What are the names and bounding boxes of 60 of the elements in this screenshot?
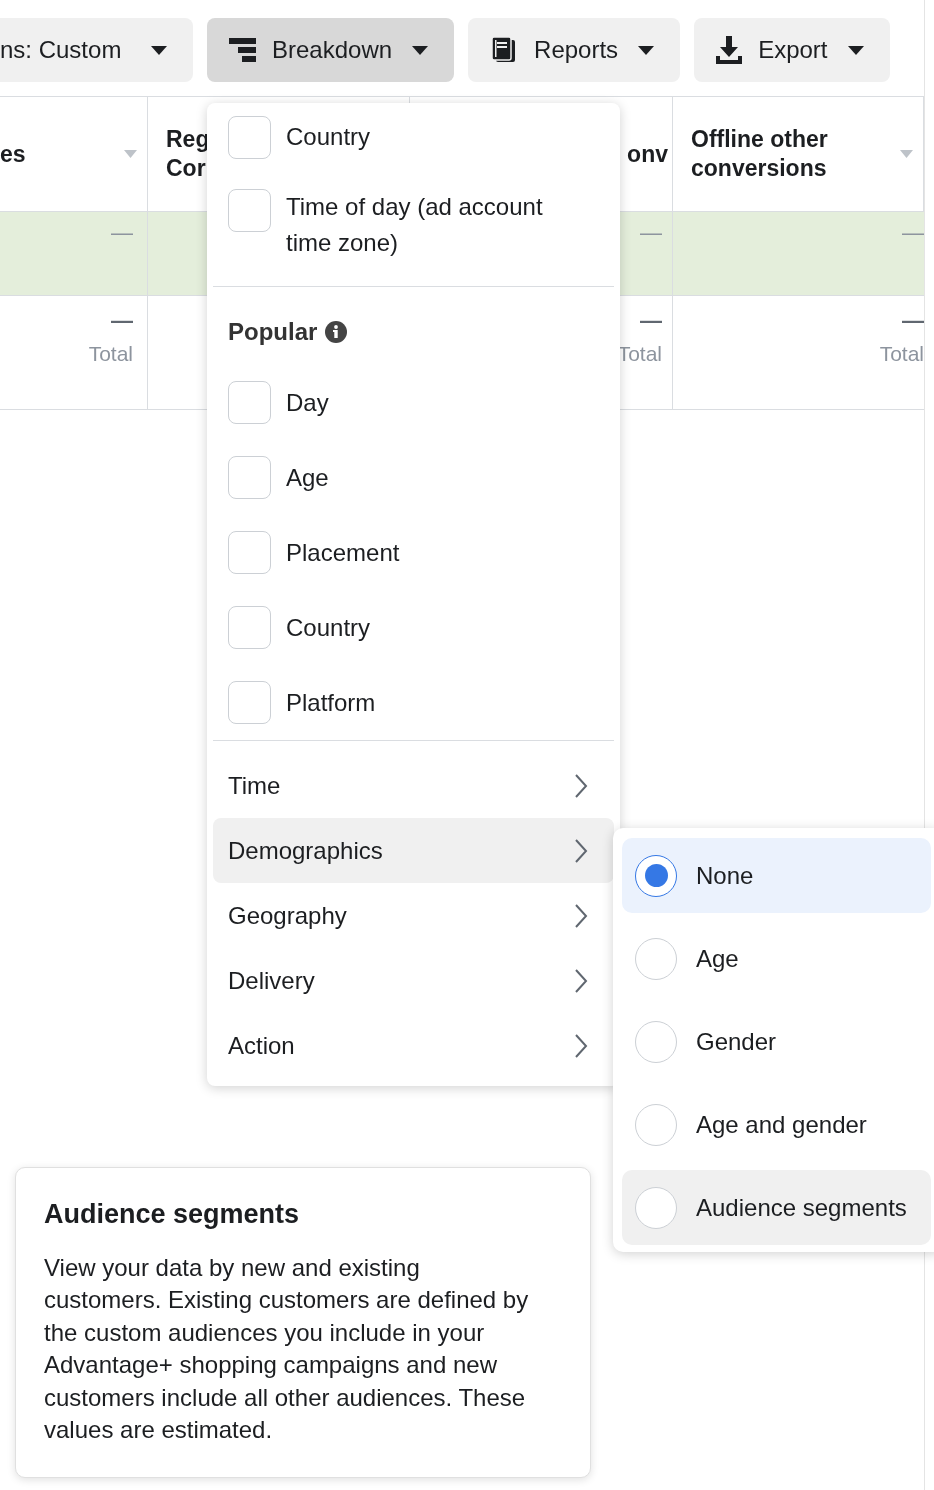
toolbar-button[interactable]: Reports (468, 18, 681, 82)
submenu-item[interactable]: Delivery (213, 948, 614, 1013)
total-label: Total (88, 342, 133, 366)
empty-value: — (111, 308, 133, 334)
chevron-right-icon (574, 773, 588, 798)
checkbox[interactable] (228, 531, 271, 574)
chevron-right-icon (574, 903, 588, 928)
sort-caret-icon[interactable] (900, 150, 913, 158)
submenu-item[interactable]: Demographics (213, 818, 614, 883)
radio-option[interactable]: None (622, 838, 931, 913)
submenu-item[interactable]: Time (213, 753, 614, 818)
column-header: onv (627, 139, 668, 169)
empty-value: — (902, 308, 924, 334)
option-label: Platform (286, 688, 376, 717)
checkbox[interactable] (228, 606, 271, 649)
chevron-right-icon (574, 838, 588, 863)
caret-down-icon (847, 45, 864, 55)
submenu-item[interactable]: Action (213, 1013, 614, 1078)
option-label: Country (286, 123, 371, 151)
checkbox[interactable] (228, 381, 271, 424)
column-header: Offline other conversions (691, 125, 829, 183)
checkbox[interactable] (228, 189, 271, 232)
empty-value: — (640, 220, 662, 246)
option-label: Country (286, 613, 371, 642)
toolbar-button[interactable]: Breakdown (207, 18, 455, 82)
toolbar-button[interactable]: Export (694, 18, 890, 82)
empty-value: — (902, 220, 924, 246)
download-icon (716, 36, 743, 64)
empty-value: — (640, 308, 662, 334)
checkbox[interactable] (228, 681, 271, 724)
caret-down-icon (412, 45, 429, 55)
info-icon[interactable] (325, 321, 348, 343)
empty-value: — (111, 220, 133, 246)
chevron-right-icon (574, 968, 588, 993)
caret-down-icon (638, 45, 655, 55)
checkbox[interactable] (228, 115, 271, 159)
total-label: Total (879, 342, 924, 366)
radio-option[interactable]: Audience segments (622, 1170, 931, 1245)
caret-down-icon (151, 45, 167, 55)
radio-option[interactable]: Gender (622, 1004, 931, 1079)
column-header: Cor (166, 154, 206, 183)
radio-option[interactable]: Age (622, 921, 931, 996)
column-header: Reg (166, 125, 210, 154)
sort-caret-icon[interactable] (124, 150, 137, 158)
tooltip-text: View your data by new and existing customers. Existing customers are defined by the custom audiences you include in your Advantage+ shopping campaigns and new customers include all other audiences. These values are estimated. (44, 1253, 530, 1446)
submenu-item[interactable]: Geography (213, 883, 614, 948)
option-label: Day (286, 388, 329, 417)
option-label: Age (286, 463, 329, 492)
radio-option[interactable]: Age and gender (622, 1087, 931, 1162)
stacked-bars-icon (229, 38, 256, 62)
option-label: Placement (286, 538, 400, 567)
column-header: es (0, 139, 26, 169)
tooltip-title: Audience segments (44, 1198, 301, 1231)
chevron-right-icon (574, 1033, 588, 1058)
total-label: Total (617, 342, 662, 366)
radio-button[interactable] (635, 854, 677, 897)
toolbar-button[interactable]: ns: Custom (0, 18, 193, 82)
section-heading: Popular (228, 318, 318, 346)
checkbox[interactable] (228, 456, 271, 499)
option-label: Time of day (ad account time zone) (286, 192, 544, 258)
